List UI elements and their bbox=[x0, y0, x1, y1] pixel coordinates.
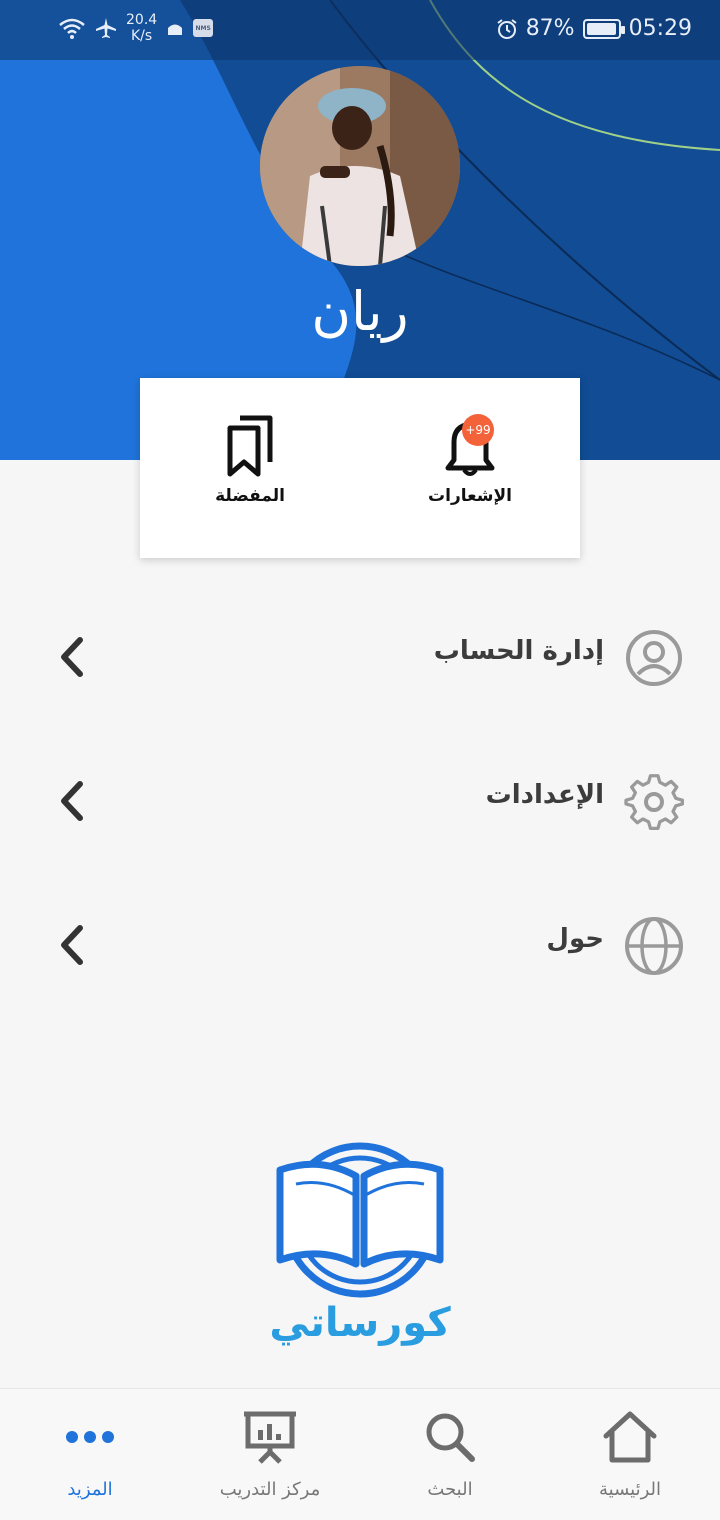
notifications-badge: +99 bbox=[462, 414, 494, 446]
home-icon bbox=[600, 1407, 660, 1467]
status-left: 20.4 K/s NMS bbox=[58, 12, 214, 44]
chevron-left-icon bbox=[61, 637, 83, 677]
search-icon bbox=[420, 1407, 480, 1467]
airplane-icon bbox=[96, 18, 116, 38]
status-right: 87% 05:29 bbox=[496, 16, 692, 41]
favorites-icon-wrap bbox=[220, 414, 280, 478]
quick-actions-card: المفضلة +99 الإشعارات bbox=[140, 378, 580, 558]
notifications-icon-wrap: +99 bbox=[440, 414, 500, 478]
nav-training-label: مركز التدريب bbox=[219, 1479, 321, 1500]
globe-icon bbox=[625, 917, 683, 975]
mosque-icon bbox=[168, 24, 183, 35]
account-circle-icon bbox=[626, 630, 682, 686]
menu-item-about[interactable]: حول bbox=[0, 900, 720, 990]
profile-name: ريان bbox=[311, 280, 409, 343]
notifications-label: الإشعارات bbox=[428, 486, 512, 506]
nav-more[interactable]: المزيد bbox=[0, 1389, 180, 1520]
network-speed: 20.4 K/s bbox=[126, 12, 157, 44]
more-dots-icon bbox=[60, 1407, 120, 1467]
favorites-label: المفضلة bbox=[215, 486, 285, 506]
menu-item-settings[interactable]: الإعدادات bbox=[0, 756, 720, 846]
bookmarks-icon bbox=[227, 415, 273, 477]
nav-home[interactable]: الرئيسية bbox=[540, 1389, 720, 1520]
nav-training-center[interactable]: مركز التدريب bbox=[180, 1389, 360, 1520]
speed-value: 20.4 bbox=[126, 12, 158, 28]
chevron-left-icon bbox=[61, 925, 83, 965]
menu-item-label: الإعدادات bbox=[485, 780, 604, 810]
nav-home-label: الرئيسية bbox=[599, 1479, 661, 1500]
bottom-navigation: المزيد مركز التدريب البحث الرئيسية bbox=[0, 1388, 720, 1520]
clock: 05:29 bbox=[628, 16, 692, 41]
battery-icon bbox=[582, 18, 625, 39]
avatar[interactable] bbox=[260, 66, 460, 266]
status-bar: 20.4 K/s NMS 87% 05:29 bbox=[0, 0, 720, 60]
menu-item-label: إدارة الحساب bbox=[433, 636, 604, 666]
avatar-photo bbox=[260, 66, 460, 266]
brand-name: كورساتي bbox=[269, 1300, 451, 1346]
speed-unit: K/s bbox=[130, 28, 153, 44]
menu-item-label: حول bbox=[546, 924, 604, 954]
battery-level bbox=[586, 22, 617, 35]
chevron-left-icon bbox=[61, 781, 83, 821]
battery-percent: 87% bbox=[525, 16, 575, 41]
presentation-board-icon bbox=[240, 1407, 300, 1467]
menu-item-account[interactable]: إدارة الحساب bbox=[0, 612, 720, 702]
gear-icon bbox=[624, 774, 684, 831]
nms-icon: NMS bbox=[193, 19, 214, 37]
brand-logo-icon bbox=[276, 1142, 444, 1298]
favorites-button[interactable]: المفضلة bbox=[140, 378, 360, 558]
nav-search-label: البحث bbox=[427, 1479, 473, 1500]
nav-search[interactable]: البحث bbox=[360, 1389, 540, 1520]
nav-more-label: المزيد bbox=[67, 1479, 113, 1500]
wifi-icon bbox=[59, 18, 85, 39]
notifications-button[interactable]: +99 الإشعارات bbox=[360, 378, 580, 558]
alarm-icon bbox=[497, 18, 517, 39]
